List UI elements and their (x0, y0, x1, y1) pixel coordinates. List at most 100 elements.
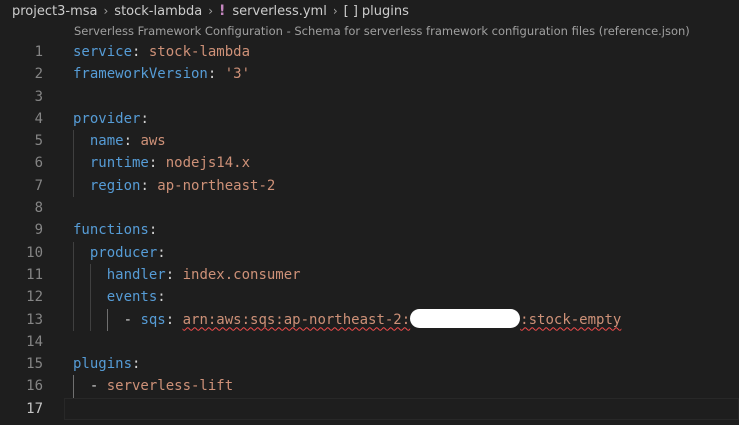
yaml-punctuation: : (157, 289, 166, 306)
yaml-key: sqs (140, 311, 166, 328)
code-line[interactable]: 9 functions: (0, 219, 739, 241)
yaml-punctuation (73, 178, 90, 194)
line-number: 6 (34, 155, 43, 172)
code-line[interactable]: 15 plugins: (0, 353, 739, 375)
yaml-punctuation (73, 267, 107, 283)
redacted-account-id (410, 308, 521, 328)
code-line[interactable]: 16 - serverless-lift (0, 375, 739, 398)
code-line[interactable]: 2 frameworkVersion: '3' (0, 63, 739, 85)
line-content: functions: (73, 219, 157, 241)
line-number: 1 (34, 44, 43, 60)
yaml-punctuation (73, 289, 107, 305)
breadcrumb-file-serverless-yml[interactable]: serverless.yml (232, 4, 326, 19)
code-line[interactable]: 13 - sqs: arn:aws:sqs:ap-northeast-2: :st… (0, 308, 739, 331)
chevron-right-icon: › (332, 4, 338, 18)
code-line[interactable]: 1 service: stock-lambda (0, 41, 739, 63)
yaml-punctuation: : (140, 110, 149, 127)
yaml-punctuation: : (140, 177, 158, 194)
line-number: 10 (26, 244, 43, 261)
code-line[interactable]: 11 handler: index.consumer (0, 263, 739, 287)
yaml-value: ap-northeast-2 (157, 177, 276, 194)
line-content: handler: index.consumer (73, 264, 301, 286)
line-number: 2 (34, 66, 43, 83)
yaml-punctuation: : (148, 155, 166, 172)
breadcrumb: project3-msa › stock-lambda › ! serverle… (12, 0, 409, 22)
yaml-value: index.consumer (182, 266, 301, 283)
line-number: 16 (26, 378, 43, 395)
line-content: region: ap-northeast-2 (73, 175, 275, 197)
yaml-punctuation: : (132, 44, 149, 60)
yaml-key: functions (73, 222, 149, 239)
code-line[interactable]: 3 (0, 86, 739, 108)
line-content: producer: (73, 242, 166, 264)
yaml-value: '3' (224, 66, 251, 83)
yaml-punctuation: : (123, 133, 141, 150)
yaml-punctuation: : (165, 266, 183, 283)
yaml-key: name (89, 133, 124, 150)
yaml-punctuation (73, 155, 90, 171)
line-content: plugins: (73, 353, 140, 375)
yaml-key: handler (106, 266, 166, 283)
line-number: 8 (34, 200, 43, 217)
code-line[interactable]: 14 (0, 331, 739, 353)
yaml-key: plugins (73, 356, 133, 373)
yaml-punctuation: : (132, 356, 141, 373)
code-line[interactable]: 8 (0, 197, 739, 219)
yaml-punctuation: - (73, 311, 141, 328)
code-line[interactable]: 4 provider: (0, 108, 739, 130)
yaml-value: arn:aws:sqs:ap-northeast-2: (182, 311, 411, 328)
yaml-punctuation: : (148, 222, 158, 239)
schema-codelens[interactable]: Serverless Framework Configuration - Sch… (74, 24, 690, 38)
line-content: provider: (73, 108, 149, 130)
yaml-value: serverless-lift (106, 378, 234, 395)
yaml-key: provider (73, 110, 141, 127)
yaml-key: region (89, 177, 141, 194)
line-number: 13 (26, 311, 43, 328)
line-content: runtime: nodejs14.x (73, 152, 250, 174)
code-line[interactable]: 7 region: ap-northeast-2 (0, 174, 739, 198)
code-line[interactable]: 5 name: aws (0, 130, 739, 153)
yaml-punctuation: - (73, 378, 107, 395)
array-symbol-icon: [ ] (343, 3, 358, 19)
current-line-highlight (64, 397, 739, 420)
breadcrumb-folder-stock-lambda[interactable]: stock-lambda (114, 4, 202, 19)
yaml-key: producer (89, 244, 158, 261)
line-content: name: aws (73, 130, 166, 152)
line-number: 14 (26, 333, 43, 350)
line-content: service: stock-lambda (73, 41, 250, 63)
code-line[interactable]: 6 runtime: nodejs14.x (0, 152, 739, 175)
line-content: events: (73, 286, 166, 308)
breadcrumb-folder-project[interactable]: project3-msa (12, 4, 97, 19)
code-line[interactable]: 17 (0, 397, 739, 420)
line-number: 3 (34, 88, 43, 105)
line-number: 15 (26, 356, 43, 373)
chevron-right-icon: › (208, 4, 214, 18)
yaml-value: :stock-empty (520, 311, 622, 328)
yaml-key: frameworkVersion (73, 66, 208, 83)
yaml-punctuation (73, 245, 90, 261)
yaml-punctuation (73, 133, 90, 149)
code-line[interactable]: 10 producer: (0, 241, 739, 264)
yaml-value: stock-lambda (148, 44, 251, 60)
yaml-punctuation: : (157, 244, 166, 261)
line-number: 4 (34, 110, 43, 127)
code-line[interactable]: 12 events: (0, 286, 739, 309)
line-content: - serverless-lift (73, 375, 233, 397)
yaml-punctuation: : (207, 66, 225, 83)
yaml-value: nodejs14.x (165, 155, 251, 172)
yaml-key: runtime (89, 155, 149, 172)
line-number: 12 (26, 289, 43, 306)
yaml-key: service (73, 44, 133, 60)
breadcrumb-symbol-plugins[interactable]: plugins (362, 4, 409, 19)
line-number: 11 (26, 266, 43, 283)
code-editor[interactable]: 1 service: stock-lambda 2 frameworkVersion:… (0, 41, 739, 420)
chevron-right-icon: › (103, 4, 109, 18)
line-number: 5 (34, 133, 43, 150)
yaml-punctuation: : (165, 311, 183, 328)
line-content: frameworkVersion: '3' (73, 63, 250, 85)
yaml-key: events (106, 289, 158, 306)
yaml-file-icon: ! (219, 3, 226, 19)
yaml-value: aws (140, 133, 166, 150)
line-number: 7 (34, 177, 43, 194)
line-content: - sqs: arn:aws:sqs:ap-northeast-2: :stock… (73, 308, 622, 331)
